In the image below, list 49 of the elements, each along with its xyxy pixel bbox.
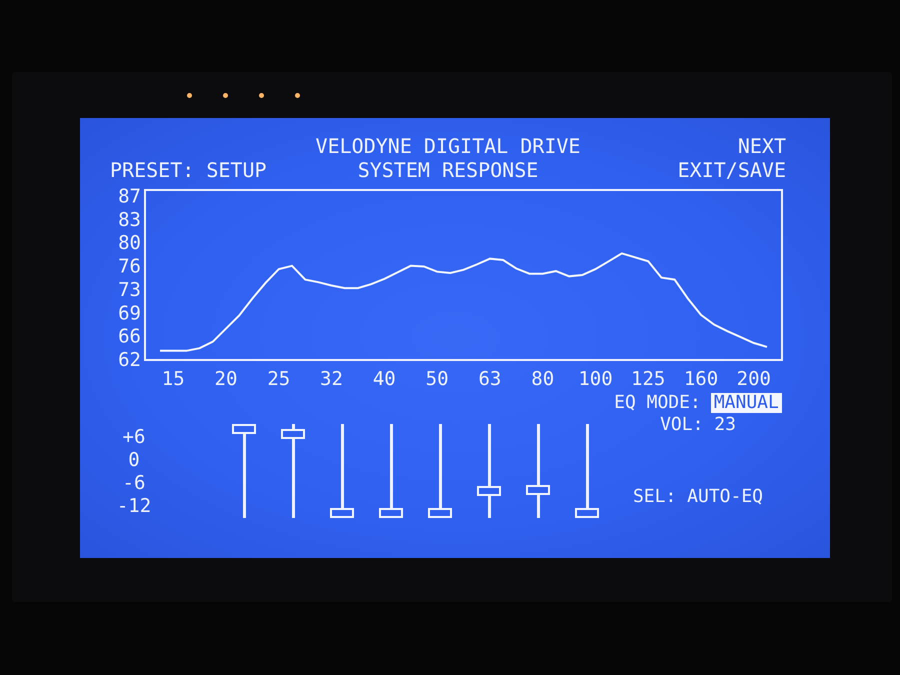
preset-label: PRESET: SETUP bbox=[110, 158, 267, 182]
x-tick-label: 100 bbox=[578, 368, 613, 390]
slider-handle[interactable] bbox=[232, 424, 256, 434]
y-tick-label: 73 bbox=[118, 279, 141, 301]
screen-subtitle: SYSTEM RESPONSE bbox=[358, 158, 538, 182]
y-tick-label: 76 bbox=[118, 256, 141, 278]
selection-readout: SEL: AUTO-EQ bbox=[632, 486, 764, 508]
y-tick-label: 66 bbox=[118, 326, 141, 348]
x-tick-label: 15 bbox=[162, 368, 185, 390]
eq-slider[interactable] bbox=[232, 424, 256, 518]
slider-handle[interactable] bbox=[281, 429, 305, 439]
y-tick-label: 87 bbox=[118, 186, 141, 208]
x-tick-label: 63 bbox=[478, 368, 502, 390]
eq-slider[interactable] bbox=[477, 424, 501, 518]
x-tick-label: 25 bbox=[267, 368, 290, 390]
volume-readout: VOL: 23 bbox=[660, 414, 736, 436]
x-tick-label: 40 bbox=[372, 368, 396, 390]
x-tick-label: 32 bbox=[320, 368, 343, 390]
y-tick-label: 62 bbox=[118, 349, 141, 371]
y-tick-label: 83 bbox=[118, 208, 141, 231]
x-tick-label: 20 bbox=[214, 368, 238, 390]
menu-option[interactable]: NEXT bbox=[738, 134, 786, 158]
slider-handle[interactable] bbox=[428, 508, 452, 518]
eq-scale-label: 0 bbox=[128, 449, 140, 472]
slider-handle[interactable] bbox=[379, 508, 403, 518]
eq-slider[interactable] bbox=[330, 424, 354, 518]
eq-scale-label: -6 bbox=[122, 472, 146, 495]
x-tick-label: 160 bbox=[684, 368, 718, 390]
slider-handle[interactable] bbox=[575, 508, 599, 518]
eq-mode-value[interactable]: MANUAL bbox=[710, 393, 782, 413]
x-tick-label: 80 bbox=[531, 368, 554, 390]
menu-option[interactable]: EXIT/SAVE bbox=[678, 158, 786, 182]
eq-scale-label: -12 bbox=[116, 495, 152, 518]
y-tick-label: 69 bbox=[118, 302, 141, 324]
eq-slider[interactable] bbox=[379, 424, 403, 518]
eq-scale-label: +6 bbox=[122, 426, 146, 449]
eq-slider[interactable] bbox=[526, 424, 550, 518]
screen-title: VELODYNE DIGITAL DRIVE bbox=[316, 134, 580, 158]
slider-handle[interactable] bbox=[477, 486, 501, 496]
eq-slider[interactable] bbox=[281, 424, 305, 518]
slider-handle[interactable] bbox=[526, 484, 550, 494]
eq-mode-label: EQ MODE: bbox=[614, 392, 701, 414]
eq-slider[interactable] bbox=[428, 424, 452, 518]
x-tick-label: 50 bbox=[426, 368, 449, 390]
x-tick-label: 200 bbox=[736, 368, 771, 390]
y-tick-label: 80 bbox=[118, 232, 141, 254]
x-tick-label: 125 bbox=[631, 368, 666, 390]
slider-handle[interactable] bbox=[330, 508, 354, 518]
eq-slider[interactable] bbox=[575, 424, 599, 518]
